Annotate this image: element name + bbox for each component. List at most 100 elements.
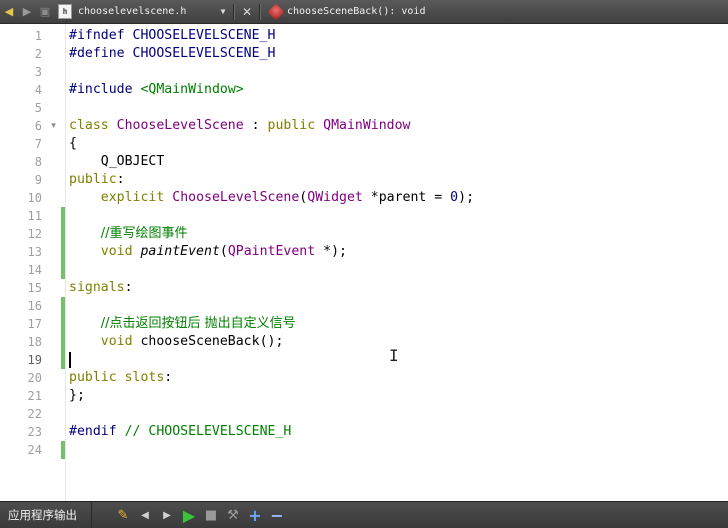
clear-output-icon[interactable]: ✎	[112, 504, 134, 526]
code-token: QPaintEvent	[227, 244, 316, 259]
run-icon[interactable]: ▶	[178, 504, 200, 526]
code-token: *);	[315, 244, 347, 259]
code-token: signals	[69, 280, 125, 295]
close-icon[interactable]: ✕	[238, 3, 256, 21]
fold-toggle-icon[interactable]: ▾	[49, 117, 58, 135]
code-token: // CHOOSELEVELSCENE_H	[124, 424, 292, 439]
line-number: 23	[27, 425, 42, 439]
line-number: 19	[27, 353, 42, 367]
method-icon	[267, 3, 285, 20]
code-token: :	[124, 280, 133, 295]
line-number: 8	[34, 155, 42, 169]
code-line[interactable]: Q_OBJECT	[69, 153, 165, 171]
code-token: QMainWindow	[323, 118, 411, 133]
code-token: #include	[69, 82, 133, 97]
code-line[interactable]: public slots:	[69, 369, 172, 387]
line-number: 3	[34, 65, 42, 79]
zoom-out-icon[interactable]: −	[266, 504, 288, 526]
code-token: CHOOSELEVELSCENE_H	[124, 46, 276, 61]
zoom-in-icon[interactable]: +	[244, 504, 266, 526]
code-token: ChooseLevelScene	[172, 190, 300, 205]
text-cursor	[69, 352, 71, 368]
code-token: chooseSceneBack();	[132, 334, 284, 349]
code-line[interactable]: };	[69, 387, 85, 405]
code-token: 0	[450, 190, 459, 205]
code-token: (	[219, 244, 228, 259]
line-number: 12	[27, 227, 42, 241]
line-number: 21	[27, 389, 42, 403]
code-token: #endif	[69, 424, 117, 439]
code-line[interactable]: signals:	[69, 279, 133, 297]
code-token: <QMainWindow>	[140, 82, 244, 97]
toolbar-separator	[259, 3, 261, 20]
attach-icon[interactable]: ⚒	[222, 504, 244, 526]
code-token: //点击返回按钮后 抛出自定义信号	[100, 316, 296, 331]
code-line[interactable]: explicit ChooseLevelScene(QWidget *paren…	[69, 189, 474, 207]
line-number: 13	[27, 245, 42, 259]
code-token: public	[69, 172, 117, 187]
arrow-left-icon[interactable]: ◀	[0, 3, 18, 21]
code-line[interactable]: public:	[69, 171, 125, 189]
code-token: explicit	[100, 190, 165, 205]
code-token: //重写绘图事件	[100, 226, 188, 241]
code-line[interactable]: void paintEvent(QPaintEvent *);	[69, 243, 347, 261]
code-token: #define	[69, 46, 125, 61]
code-line[interactable]: void chooseSceneBack();	[69, 333, 284, 351]
line-number: 5	[34, 101, 42, 115]
lock-icon[interactable]: ▣	[36, 3, 54, 21]
line-number: 7	[34, 137, 42, 151]
code-line[interactable]: //点击返回按钮后 抛出自定义信号	[69, 315, 296, 333]
code-token: {	[69, 136, 77, 151]
code-token: #ifndef	[69, 28, 125, 43]
gutter-divider	[65, 24, 66, 501]
code-token: paintEvent	[140, 244, 220, 259]
arrow-right-icon[interactable]: ▶	[18, 3, 36, 21]
code-token: ChooseLevelScene	[116, 118, 244, 133]
code-line[interactable]: class ChooseLevelScene : public QMainWin…	[69, 117, 410, 135]
line-number: 11	[27, 209, 42, 223]
mouse-ibeam-cursor: I	[389, 346, 399, 365]
code-line[interactable]: #include <QMainWindow>	[69, 81, 244, 99]
code-token: :	[164, 370, 173, 385]
code-token: public	[69, 370, 117, 385]
line-number: 22	[27, 407, 42, 421]
stop-icon[interactable]: ■	[200, 504, 222, 526]
code-token: void	[100, 334, 133, 349]
code-line[interactable]: #endif // CHOOSELEVELSCENE_H	[69, 423, 291, 441]
code-line[interactable]: {	[69, 135, 77, 153]
application-output-title[interactable]: 应用程序输出	[0, 502, 92, 528]
code-token: };	[69, 388, 85, 403]
line-number: 1	[34, 29, 42, 43]
line-number-gutter: 1 2 3 4 5 6 ▾ 7 8 9 10 11 12 13 14 15 16 17 18 19 20 21 22 23 24	[0, 24, 65, 501]
line-number: 9	[34, 173, 42, 187]
prev-icon[interactable]: ◀	[134, 504, 156, 526]
line-number: 14	[27, 263, 42, 277]
code-token: void	[100, 244, 133, 259]
symbol-selector[interactable]: chooseSceneBack(): void	[287, 6, 425, 17]
file-name: chooselevelscene.h	[78, 6, 187, 17]
code-editor[interactable]: 1 2 3 4 5 6 ▾ 7 8 9 10 11 12 13 14 15 16 17 18 19 20 21 22 23 24…	[0, 24, 728, 501]
code-token: slots	[124, 370, 165, 385]
code-token: :	[243, 118, 268, 133]
next-icon[interactable]: ▶	[156, 504, 178, 526]
code-line[interactable]: //重写绘图事件	[69, 225, 188, 243]
code-line[interactable]: #ifndef CHOOSELEVELSCENE_H	[69, 27, 275, 45]
file-selector[interactable]: h chooselevelscene.h ▼	[54, 2, 230, 22]
code-line[interactable]: #define CHOOSELEVELSCENE_H	[69, 45, 275, 63]
line-number: 6	[34, 119, 42, 133]
editor-toolbar: ◀ ▶ ▣ h chooselevelscene.h ▼ ✕ chooseSce…	[0, 0, 728, 24]
toolbar-separator	[233, 3, 235, 20]
code-token: QWidget	[307, 190, 363, 205]
chevron-down-icon[interactable]: ▼	[216, 7, 230, 16]
code-token: public	[267, 118, 316, 133]
header-file-icon: h	[58, 4, 72, 19]
line-number: 18	[27, 335, 42, 349]
